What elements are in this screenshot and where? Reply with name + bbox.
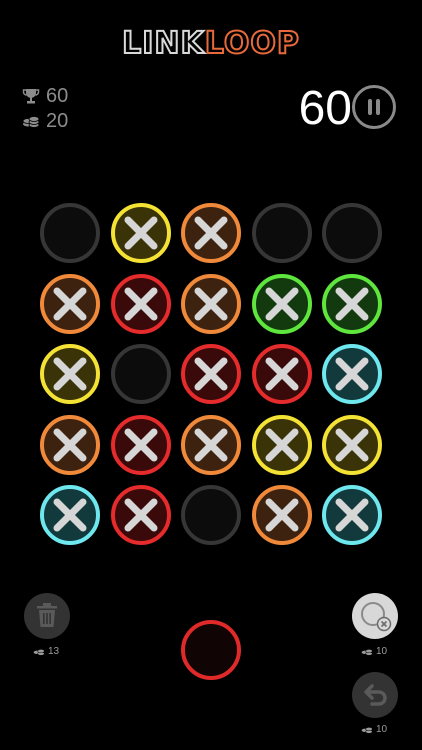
red-ring-cell[interactable]	[181, 344, 241, 404]
game-grid	[40, 203, 382, 545]
cross-icon	[265, 428, 298, 461]
clear-ring-powerup-button[interactable]	[352, 593, 398, 639]
red-ring-cell[interactable]	[110, 414, 171, 475]
cross-icon	[335, 428, 369, 461]
cross-icon	[335, 357, 369, 391]
empty-cell[interactable]	[110, 344, 171, 404]
orange-ring-cell[interactable]	[181, 414, 241, 475]
orange-ring-cell[interactable]	[40, 273, 100, 334]
cross-icon	[265, 287, 298, 320]
best-score-stat: 60	[22, 83, 68, 109]
cross-icon	[335, 287, 369, 320]
undo-cost: 10	[361, 723, 387, 735]
cyan-ring-cell[interactable]	[322, 485, 382, 545]
red-ring-cell[interactable]	[251, 344, 312, 404]
empty-cell[interactable]	[322, 203, 382, 263]
cyan-ring-cell[interactable]	[40, 485, 100, 545]
red-ring-cell[interactable]	[110, 273, 171, 334]
yellow-ring-cell[interactable]	[40, 344, 100, 404]
trash-cost: 13	[33, 645, 59, 657]
clear-ring-cost-value: 10	[376, 645, 388, 657]
yellow-ring-cell[interactable]	[110, 203, 171, 263]
cross-icon	[53, 357, 87, 391]
orange-ring-cell[interactable]	[251, 485, 312, 545]
cross-icon	[124, 287, 157, 320]
orange-ring-cell[interactable]	[181, 203, 241, 263]
coins-icon	[22, 116, 40, 128]
undo-icon	[364, 684, 387, 706]
cyan-ring-cell[interactable]	[322, 344, 382, 404]
clear-ring-cost: 10	[361, 645, 387, 657]
orange-ring-cell[interactable]	[181, 273, 241, 334]
empty-cell[interactable]	[40, 203, 100, 263]
logo-link-text: LINK	[121, 25, 205, 62]
best-score-value: 60	[46, 84, 69, 107]
trash-icon	[37, 603, 57, 627]
cross-icon	[194, 357, 228, 391]
coins-value: 20	[46, 109, 69, 132]
trash-powerup-button[interactable]	[24, 593, 70, 639]
cross-icon	[53, 428, 87, 461]
cross-icon	[194, 216, 228, 250]
coins-icon	[361, 727, 373, 734]
cross-icon	[124, 428, 157, 461]
coins-icon	[33, 649, 45, 656]
game-logo: LINKLOOP	[0, 25, 422, 62]
cross-icon	[53, 287, 87, 320]
green-ring-cell[interactable]	[322, 273, 382, 334]
coins-stat: 20	[22, 108, 68, 134]
cross-icon	[194, 287, 228, 320]
empty-cell[interactable]	[251, 203, 312, 263]
orange-ring-cell[interactable]	[40, 414, 100, 475]
trophy-icon	[22, 89, 40, 104]
cross-icon	[124, 498, 157, 532]
undo-cost-value: 10	[376, 723, 388, 735]
red-ring-cell[interactable]	[110, 485, 171, 545]
coins-icon	[361, 649, 373, 656]
empty-cell[interactable]	[181, 485, 241, 545]
undo-powerup-button[interactable]	[352, 672, 398, 718]
cross-icon	[335, 498, 369, 532]
cross-icon	[194, 428, 228, 461]
cross-icon	[124, 216, 157, 250]
cross-icon	[53, 498, 87, 532]
cross-icon	[265, 498, 298, 532]
current-score: 60	[298, 82, 352, 135]
link-action-button[interactable]	[181, 620, 241, 680]
yellow-ring-cell[interactable]	[322, 414, 382, 475]
pause-button[interactable]	[352, 85, 396, 129]
cross-icon	[265, 357, 298, 391]
green-ring-cell[interactable]	[251, 273, 312, 334]
clear-ring-icon	[361, 602, 392, 632]
yellow-ring-cell[interactable]	[251, 414, 312, 475]
logo-loop-text: LOOP	[204, 25, 300, 62]
trash-cost-value: 13	[48, 645, 60, 657]
